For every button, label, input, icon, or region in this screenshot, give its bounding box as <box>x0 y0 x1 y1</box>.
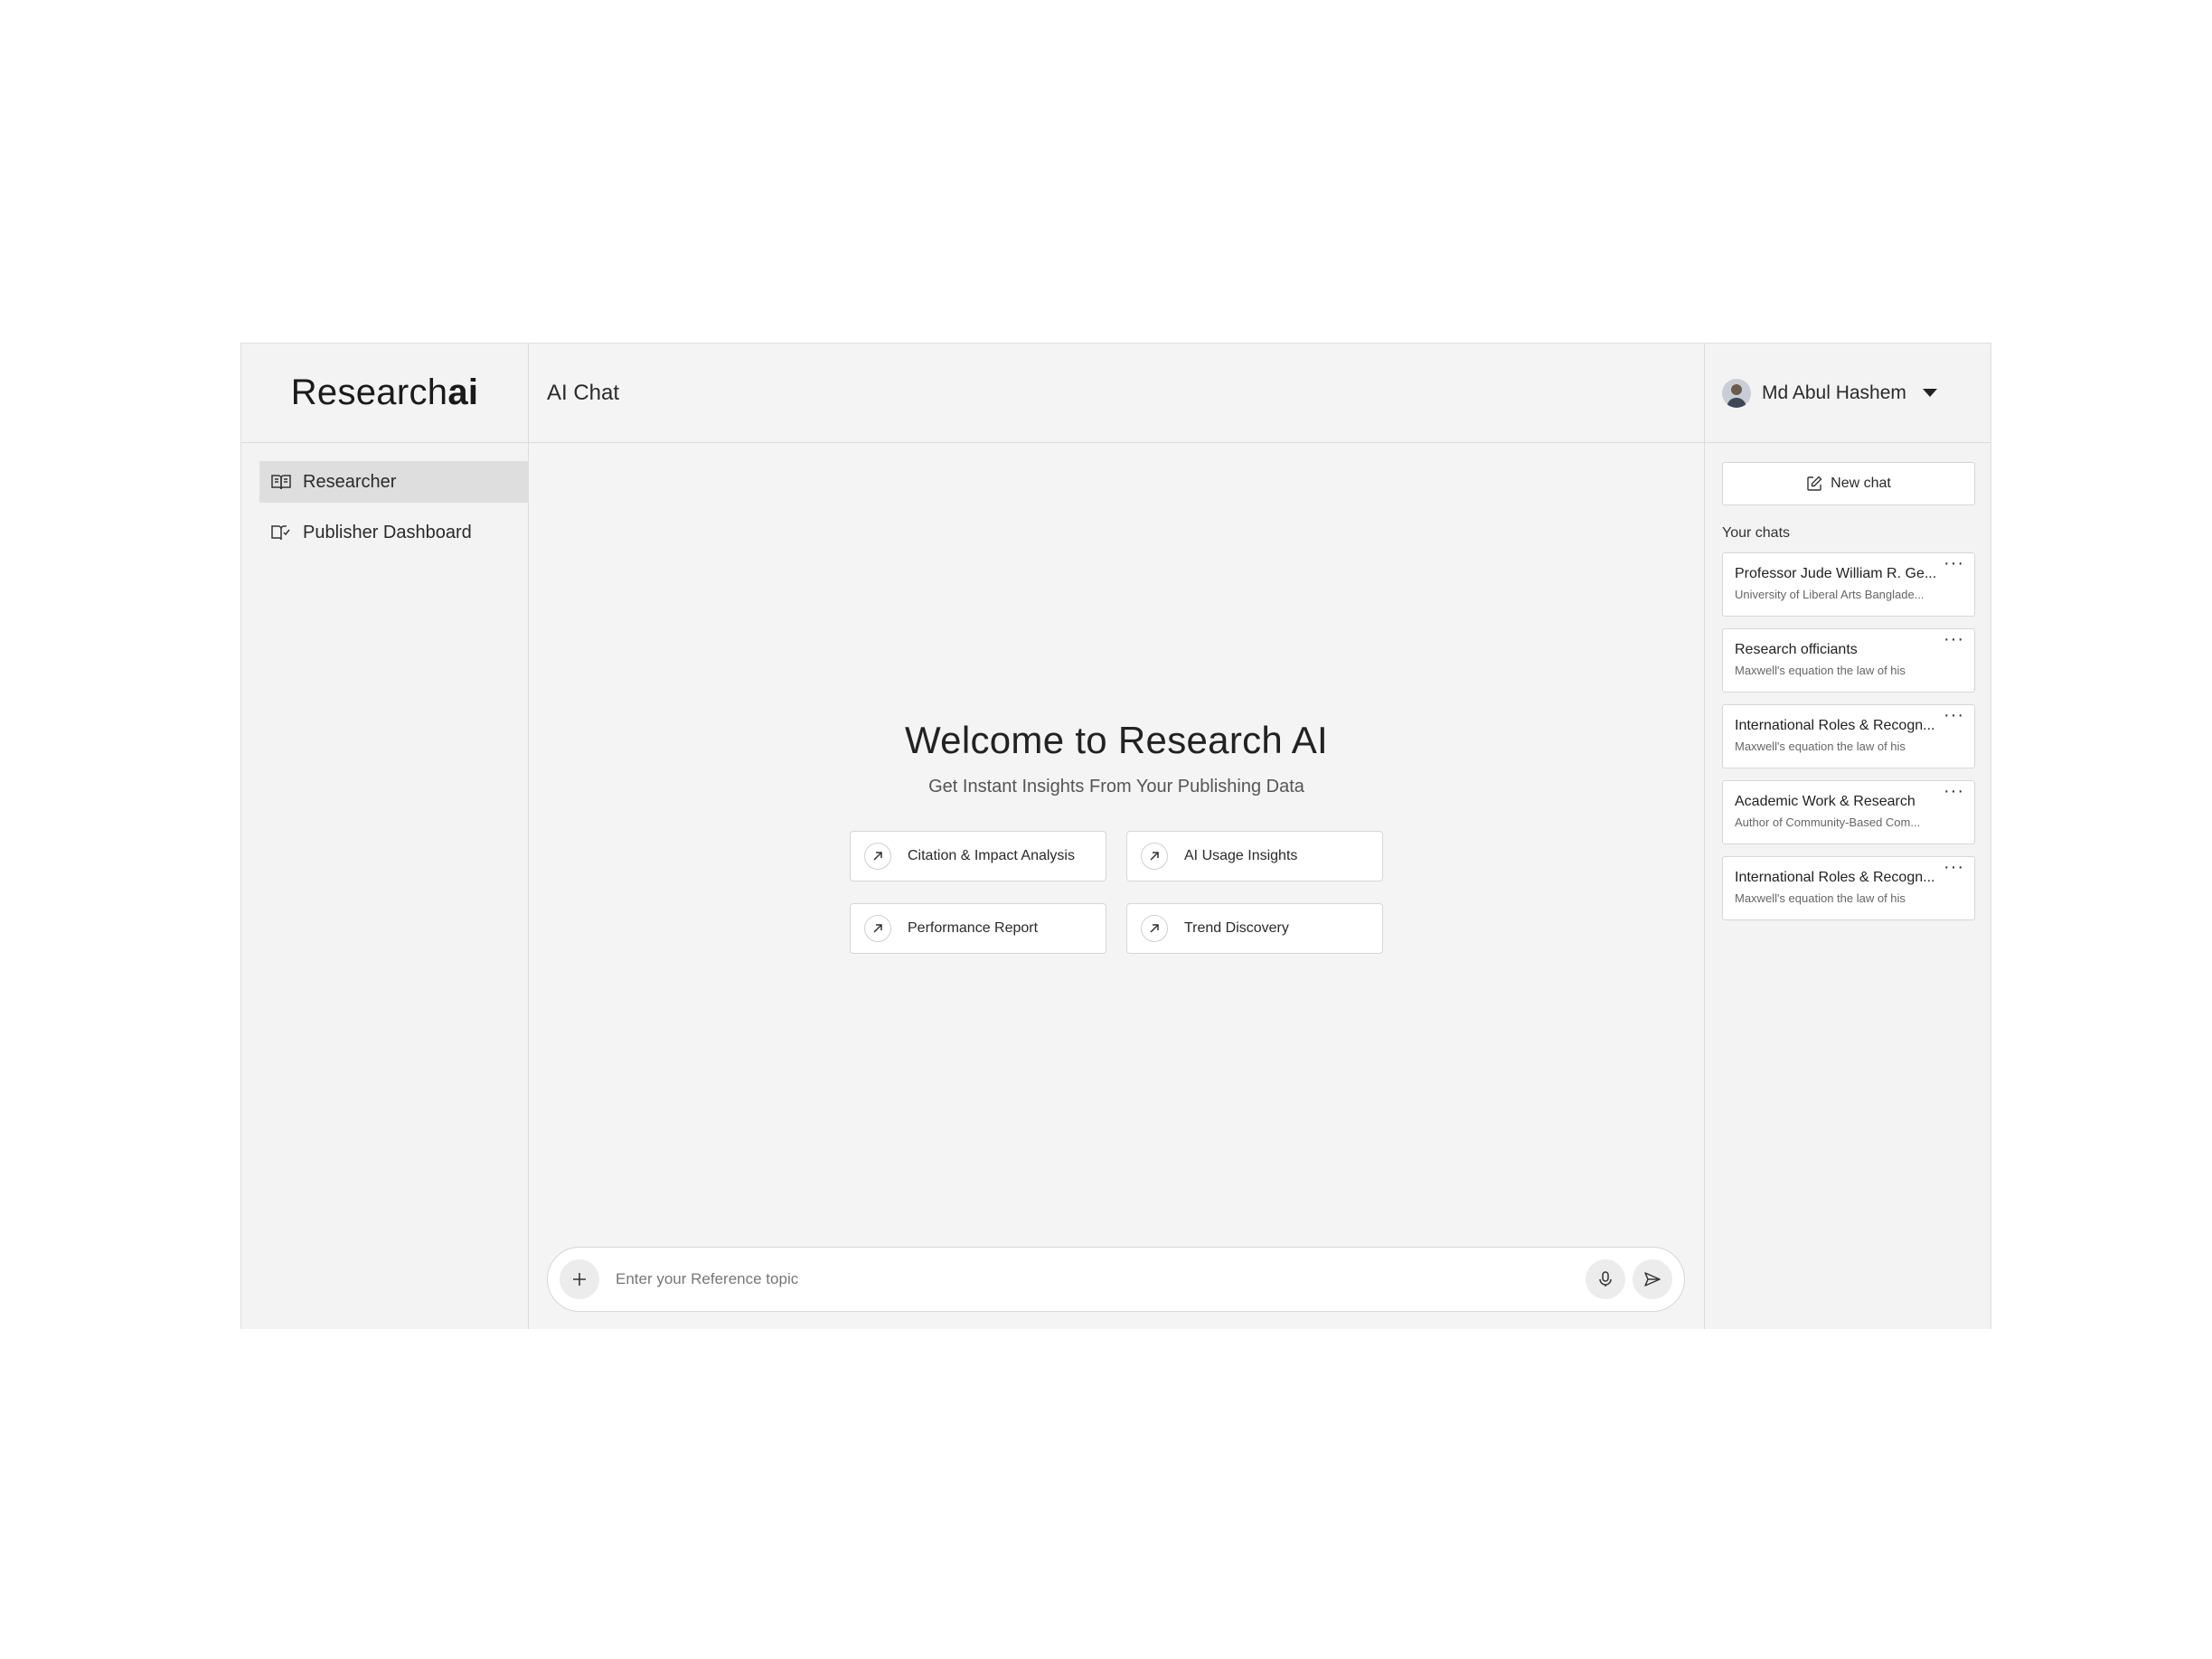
suggestion-ai-usage[interactable]: AI Usage Insights <box>1126 831 1383 881</box>
suggestion-citation-impact[interactable]: Citation & Impact Analysis <box>850 831 1106 881</box>
arrow-up-right-icon <box>864 915 891 942</box>
chat-list-item[interactable]: Academic Work & Research Author of Commu… <box>1722 780 1975 844</box>
send-button[interactable] <box>1633 1259 1672 1299</box>
more-options-icon[interactable]: ··· <box>1944 706 1964 724</box>
reference-topic-input[interactable] <box>614 1260 1586 1298</box>
welcome-section: Welcome to Research AI Get Instant Insig… <box>529 719 1704 797</box>
new-chat-label: New chat <box>1831 476 1891 491</box>
chat-subtitle: Maxwell's equation the law of his <box>1735 664 1906 677</box>
chat-title: International Roles & Recogn... <box>1735 870 1935 885</box>
sidebar-item-publisher-dashboard[interactable]: Publisher Dashboard <box>259 512 529 553</box>
user-menu[interactable]: Md Abul Hashem <box>1705 344 1991 443</box>
page-title: AI Chat <box>547 380 620 405</box>
chat-title: Professor Jude William R. Ge... <box>1735 566 1937 581</box>
chat-list-item[interactable]: Research officiants Maxwell's equation t… <box>1722 628 1975 693</box>
arrow-up-right-icon <box>1141 915 1168 942</box>
chat-subtitle: Maxwell's equation the law of his <box>1735 740 1906 753</box>
suggestion-grid: Citation & Impact Analysis AI Usage Insi… <box>850 831 1383 954</box>
avatar <box>1722 378 1751 408</box>
chat-list-item[interactable]: International Roles & Recogn... Maxwell'… <box>1722 856 1975 920</box>
composer-actions <box>1586 1259 1672 1299</box>
chat-subtitle: Maxwell's equation the law of his <box>1735 891 1906 905</box>
chat-list-item[interactable]: Professor Jude William R. Ge... Universi… <box>1722 552 1975 617</box>
chat-title: Research officiants <box>1735 642 1858 657</box>
welcome-title: Welcome to Research AI <box>904 719 1329 761</box>
chat-list-item[interactable]: International Roles & Recogn... Maxwell'… <box>1722 704 1975 768</box>
book-check-icon <box>270 522 292 543</box>
plus-icon <box>573 1273 586 1286</box>
brand-suffix: ai <box>447 372 479 412</box>
chat-history-panel: Md Abul Hashem New chat Your chats Profe… <box>1704 344 1991 1329</box>
chat-title: Academic Work & Research <box>1735 794 1915 809</box>
suggestion-label: Trend Discovery <box>1184 920 1289 936</box>
edit-icon <box>1806 476 1822 492</box>
more-options-icon[interactable]: ··· <box>1944 554 1964 572</box>
suggestion-label: AI Usage Insights <box>1184 848 1298 863</box>
suggestion-label: Performance Report <box>908 920 1039 936</box>
brand-prefix: Research <box>290 372 448 412</box>
suggestion-label: Citation & Impact Analysis <box>908 848 1075 863</box>
chat-list: Professor Jude William R. Ge... Universi… <box>1722 552 1991 920</box>
more-options-icon[interactable]: ··· <box>1944 630 1964 648</box>
page-header: AI Chat <box>529 344 1704 443</box>
main-content: AI Chat Welcome to Research AI Get Insta… <box>529 344 1704 1329</box>
microphone-button[interactable] <box>1586 1259 1625 1299</box>
your-chats-heading: Your chats <box>1722 525 1791 541</box>
message-composer <box>547 1247 1685 1312</box>
arrow-up-right-icon <box>1141 843 1168 870</box>
sidebar-item-researcher[interactable]: Researcher <box>259 461 529 503</box>
app-window: Research ai Researcher Publisher Dashboa… <box>240 343 1991 1329</box>
caret-down-icon <box>1922 389 1937 397</box>
arrow-up-right-icon <box>864 843 891 870</box>
chat-title: International Roles & Recogn... <box>1735 718 1935 733</box>
brand-logo[interactable]: Research ai <box>241 344 528 443</box>
send-icon <box>1644 1272 1661 1287</box>
microphone-icon <box>1599 1271 1612 1287</box>
welcome-subtitle: Get Instant Insights From Your Publishin… <box>928 777 1304 797</box>
user-name: Md Abul Hashem <box>1762 382 1906 403</box>
sidebar-item-label: Publisher Dashboard <box>303 522 472 542</box>
sidebar: Research ai Researcher Publisher Dashboa… <box>241 344 529 1329</box>
more-options-icon[interactable]: ··· <box>1944 782 1964 800</box>
suggestion-performance-report[interactable]: Performance Report <box>850 903 1106 954</box>
open-book-icon <box>270 471 292 493</box>
suggestion-trend-discovery[interactable]: Trend Discovery <box>1126 903 1383 954</box>
chat-subtitle: Author of Community-Based Com... <box>1735 815 1921 829</box>
sidebar-item-label: Researcher <box>303 471 397 492</box>
sidebar-nav: Researcher Publisher Dashboard <box>241 443 529 553</box>
chat-subtitle: University of Liberal Arts Banglade... <box>1735 588 1925 601</box>
new-chat-button[interactable]: New chat <box>1722 462 1975 505</box>
more-options-icon[interactable]: ··· <box>1944 858 1964 876</box>
attach-button[interactable] <box>560 1259 599 1299</box>
